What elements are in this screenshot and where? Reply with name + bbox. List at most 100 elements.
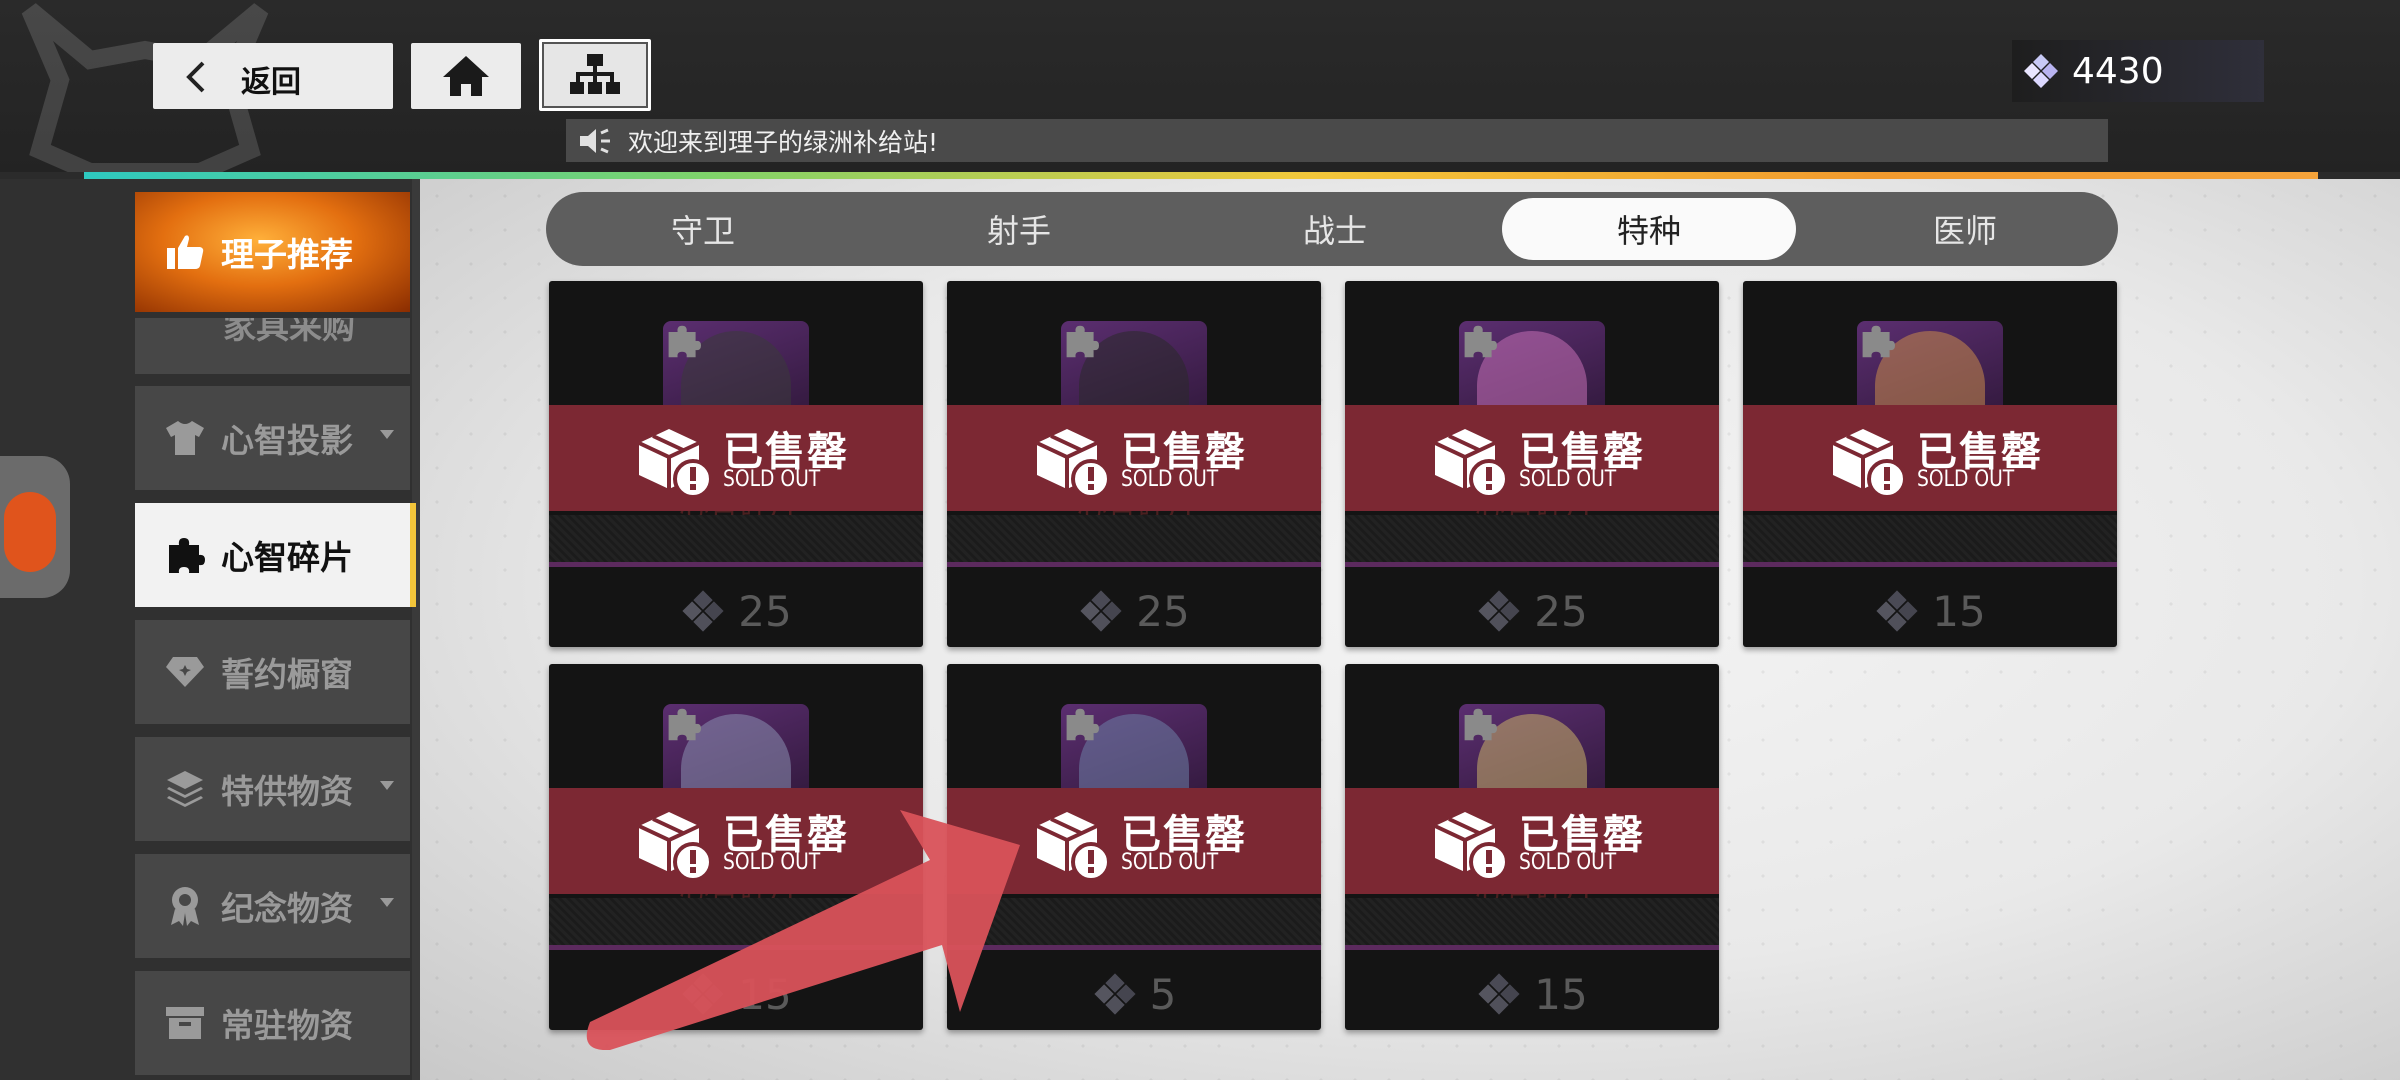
gem-currency-icon xyxy=(1092,971,1138,1017)
class-tab-bar: 守卫 射手 战士 特种 医师 xyxy=(546,192,2118,266)
sold-out-sublabel: SOLD OUT xyxy=(1519,850,1617,875)
thumbs-up-icon xyxy=(161,233,209,271)
price-value: 15 xyxy=(1932,586,1986,636)
chevron-left-icon xyxy=(186,61,205,93)
sidebar-item-furniture[interactable]: 家具采购 xyxy=(135,318,410,374)
price-tag: 15 xyxy=(1345,964,1719,1024)
price-tag: 25 xyxy=(549,581,923,641)
home-icon xyxy=(443,56,489,96)
puzzle-icon xyxy=(665,323,701,359)
fox-mascot-button[interactable] xyxy=(0,456,70,598)
sidebar-item-label: 家具采购 xyxy=(223,318,355,346)
puzzle-icon xyxy=(1063,323,1099,359)
tab-label: 战士 xyxy=(1302,212,1367,250)
sold-out-banner: 已售罄 SOLD OUT xyxy=(1743,405,2117,511)
card-stripe xyxy=(947,515,1321,567)
price-value: 5 xyxy=(1149,969,1177,1019)
site-map-button[interactable] xyxy=(539,39,651,111)
sidebar-item-label: 心智投影 xyxy=(221,421,353,460)
price-value: 25 xyxy=(1136,586,1190,636)
sidebar-item-special-supplies[interactable]: 特供物资 xyxy=(135,737,410,841)
puzzle-icon xyxy=(161,535,209,575)
gem-currency-icon xyxy=(680,588,726,634)
price-tag: 25 xyxy=(947,581,1321,641)
product-card[interactable]: 心智碎片25已售罄SOLD OUT xyxy=(549,281,923,647)
sidebar-item-commemorative[interactable]: 纪念物资 xyxy=(135,854,410,958)
sold-out-banner: 已售罄 SOLD OUT xyxy=(947,405,1321,511)
header-divider xyxy=(84,172,2318,179)
sold-out-banner: 已售罄 SOLD OUT xyxy=(1345,405,1719,511)
puzzle-icon xyxy=(1063,706,1099,742)
gem-currency-icon xyxy=(1476,588,1522,634)
sold-out-box-icon xyxy=(1827,425,1907,505)
card-stripe xyxy=(1743,515,2117,567)
sidebar-item-label: 誓约橱窗 xyxy=(221,655,353,694)
sidebar-item-pledge[interactable]: 誓约橱窗 xyxy=(135,620,410,724)
tab-label: 射手 xyxy=(986,212,1051,250)
tab-warrior[interactable]: 战士 xyxy=(1188,198,1482,260)
speaker-icon xyxy=(578,126,614,156)
tshirt-icon xyxy=(161,419,209,457)
fox-mascot-icon xyxy=(4,492,56,572)
card-stripe xyxy=(1345,515,1719,567)
price-value: 25 xyxy=(738,586,792,636)
announcement-bar: 欢迎来到理子的绿洲补给站! xyxy=(566,119,2108,162)
sidebar-item-label: 心智碎片 xyxy=(221,538,353,577)
dropdown-arrow-icon xyxy=(380,781,394,790)
price-tag: 25 xyxy=(1345,581,1719,641)
product-card[interactable]: 心智碎片25已售罄SOLD OUT xyxy=(1345,281,1719,647)
tab-label: 医师 xyxy=(1932,212,1997,250)
tab-shooter[interactable]: 射手 xyxy=(872,198,1166,260)
dropdown-arrow-icon xyxy=(380,898,394,907)
currency-amount: 4430 xyxy=(2072,50,2164,92)
box-icon xyxy=(161,1005,209,1041)
sold-out-sublabel: SOLD OUT xyxy=(1121,850,1219,875)
card-stripe xyxy=(549,515,923,567)
gem-currency-icon xyxy=(1476,971,1522,1017)
product-card[interactable]: 心智碎片15已售罄SOLD OUT xyxy=(1345,664,1719,1030)
sidebar-item-recommend[interactable]: 理子推荐 xyxy=(135,192,410,312)
gem-currency-icon xyxy=(1874,588,1920,634)
sold-out-sublabel: SOLD OUT xyxy=(1917,467,2015,492)
product-card[interactable]: 心智碎片25已售罄SOLD OUT xyxy=(947,281,1321,647)
back-button-label: 返回 xyxy=(241,65,301,100)
sidebar-item-permanent[interactable]: 常驻物资 xyxy=(135,971,410,1075)
sidebar-item-projection[interactable]: 心智投影 xyxy=(135,386,410,490)
annotation-arrow-icon xyxy=(586,810,1020,1050)
sidebar-item-label: 常驻物资 xyxy=(221,1006,353,1045)
tab-label: 特种 xyxy=(1616,212,1681,250)
sold-out-banner: 已售罄 SOLD OUT xyxy=(549,405,923,511)
sidebar-item-label: 特供物资 xyxy=(221,772,353,811)
puzzle-icon xyxy=(665,706,701,742)
sold-out-sublabel: SOLD OUT xyxy=(1121,467,1219,492)
sold-out-box-icon xyxy=(633,425,713,505)
sold-out-box-icon xyxy=(1031,808,1111,888)
sidebar-item-label: 纪念物资 xyxy=(221,889,353,928)
puzzle-icon xyxy=(1461,323,1497,359)
sitemap-icon xyxy=(570,54,620,94)
puzzle-icon xyxy=(1859,323,1895,359)
dropdown-arrow-icon xyxy=(380,430,394,439)
sold-out-box-icon xyxy=(1429,425,1509,505)
home-button[interactable] xyxy=(411,43,521,109)
puzzle-icon xyxy=(1461,706,1497,742)
medal-icon xyxy=(161,885,209,927)
sidebar-item-fragments[interactable]: 心智碎片 xyxy=(135,503,416,607)
price-value: 15 xyxy=(1534,969,1588,1019)
gem-currency-icon xyxy=(1078,588,1124,634)
tab-guardian[interactable]: 守卫 xyxy=(556,198,850,260)
back-button[interactable]: 返回 xyxy=(153,43,393,109)
card-stripe xyxy=(1345,898,1719,950)
tab-label: 守卫 xyxy=(670,212,735,250)
tab-specialist[interactable]: 特种 xyxy=(1502,198,1796,260)
gem-currency-icon xyxy=(2022,52,2060,90)
product-card[interactable]: 15 已售罄 SOLD OUT xyxy=(1743,281,2117,647)
price-tag: 15 xyxy=(1743,581,2117,641)
sidebar-edge xyxy=(412,179,420,1080)
sold-out-box-icon xyxy=(1031,425,1111,505)
tab-medic[interactable]: 医师 xyxy=(1818,198,2112,260)
announcement-text: 欢迎来到理子的绿洲补给站! xyxy=(628,127,939,157)
sidebar-item-label: 理子推荐 xyxy=(221,235,353,274)
sold-out-box-icon xyxy=(1429,808,1509,888)
layers-icon xyxy=(161,769,209,809)
